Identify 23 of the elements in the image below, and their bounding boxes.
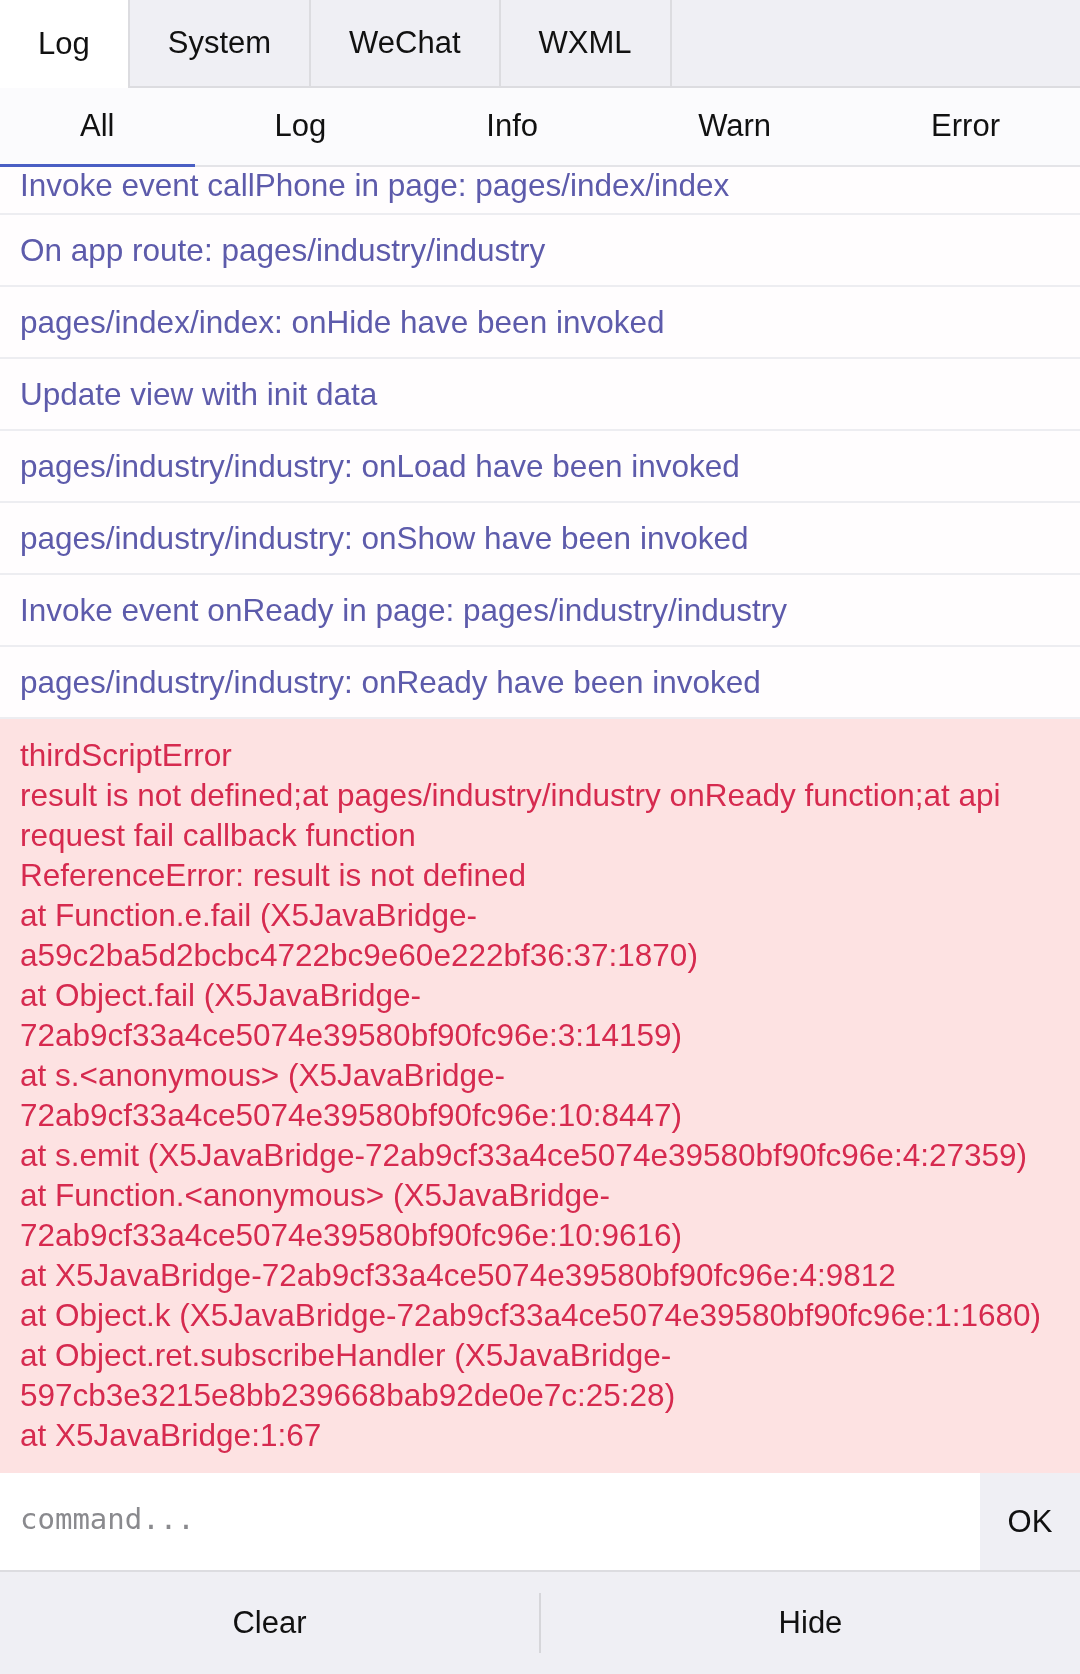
error-line: at Object.k (X5JavaBridge-72ab9cf33a4ce5074e39580bf90fc96e:1:1680) (20, 1296, 1042, 1335)
error-line: at X5JavaBridge-72ab9cf33a4ce5074e39580bf90fc96e:4:9812 (20, 1256, 897, 1295)
filter-tab[interactable]: Warn (618, 88, 852, 167)
filter-tab[interactable]: Error (851, 88, 1080, 167)
error-line: result is not defined;at pages/industry/industry onReady function;at api request fail callback function (20, 776, 1002, 855)
error-line: at X5JavaBridge:1:67 (20, 1416, 323, 1455)
error-line: at Object.fail (X5JavaBridge-72ab9cf33a4ce5074e39580bf90fc96e:3:14159) (20, 976, 684, 1055)
ok-button[interactable]: OK (980, 1473, 1080, 1570)
tab[interactable]: System (129, 0, 312, 86)
tab[interactable]: WeChat (311, 0, 501, 86)
error-line: at Object.ret.subscribeHandler (X5JavaBridge-597cb3e3215e8bb239668bab92de0e7c:25:28) (20, 1336, 677, 1415)
error-line: at s.<anonymous> (X5JavaBridge-72ab9cf33a4ce5074e39580bf90fc96e:10:8447) (20, 1056, 684, 1135)
error-line: thirdScriptError (20, 736, 233, 775)
error-line: ReferenceError: result is not defined (20, 856, 527, 895)
filter-tab[interactable]: Log (194, 88, 407, 167)
error-line: at s.emit (X5JavaBridge-72ab9cf33a4ce5074e39580bf90fc96e:4:27359) (20, 1136, 1028, 1175)
footer-button[interactable]: Hide (541, 1572, 1080, 1674)
footer-button[interactable]: Clear (0, 1572, 539, 1674)
tab[interactable]: WXML (500, 0, 672, 86)
tab[interactable]: Log (0, 0, 130, 88)
error-line: at Function.<anonymous> (X5JavaBridge-72ab9cf33a4ce5074e39580bf90fc96e:10:9616) (20, 1176, 684, 1255)
error-line: at Function.e.fail (X5JavaBridge-a59c2ba5d2bcbc4722bc9e60e222bf36:37:1870) (20, 896, 699, 975)
filter-tab[interactable]: Info (406, 88, 619, 167)
